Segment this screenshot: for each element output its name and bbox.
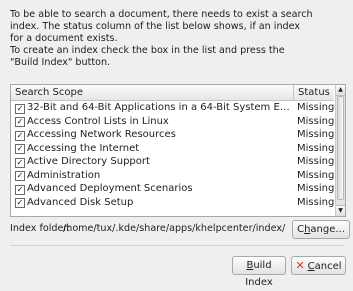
scope-status: Missing <box>297 196 335 208</box>
index-folder-path: /home/tux/.kde/share/apps/khelpcenter/in… <box>63 223 286 234</box>
list-item[interactable]: ✓ Advanced Deployment Scenarios Missing <box>11 182 334 196</box>
scope-status: Missing <box>297 102 335 113</box>
cancel-x-icon: ✕ <box>295 259 305 272</box>
instructions-line-1: To be able to search a document, there n… <box>10 9 313 20</box>
scope-name: Administration <box>27 169 101 181</box>
scope-status: Missing <box>297 129 335 140</box>
change-label-rest: ange... <box>310 224 345 235</box>
list-item[interactable]: ✓ 32-Bit and 64-Bit Applications in a 64… <box>11 101 334 115</box>
index-folder-label: Index folder: <box>10 223 71 234</box>
cancel-label-rest: ancel <box>314 261 342 272</box>
checkbox[interactable]: ✓ <box>15 117 25 127</box>
build-index-button[interactable]: Build Index <box>232 256 286 288</box>
search-scope-list[interactable]: Search Scope Status ✓ 32-Bit and 64-Bit … <box>10 84 346 217</box>
scope-name: Accessing the Internet <box>27 142 140 154</box>
change-folder-button[interactable]: Change... <box>292 220 350 239</box>
checkbox[interactable]: ✓ <box>15 184 25 195</box>
instructions-text: To be able to search a document, there n… <box>10 9 345 69</box>
button-separator <box>10 245 345 246</box>
cancel-label-accel: C <box>307 261 315 272</box>
instructions-line-3: for a document exists. <box>10 33 118 44</box>
vertical-scrollbar[interactable]: ▲ ▼ <box>335 85 345 216</box>
scrollbar-thumb[interactable] <box>337 96 344 200</box>
list-header: Search Scope Status <box>11 85 334 101</box>
change-label-prefix: C <box>297 224 305 235</box>
scope-status: Missing <box>297 183 335 194</box>
scope-name: 32-Bit and 64-Bit Applications in a 64-B… <box>27 102 292 113</box>
scope-name: Advanced Deployment Scenarios <box>27 183 193 194</box>
list-item[interactable]: ✓ Advanced Disk Setup Missing <box>11 196 334 210</box>
scope-name: Access Control Lists in Linux <box>27 115 169 127</box>
instructions-line-4: To create an index check the box in the … <box>10 45 285 56</box>
column-header-search-scope[interactable]: Search Scope <box>11 85 294 100</box>
list-item[interactable]: ✓ Accessing Network Resources Missing <box>11 128 334 142</box>
scope-status: Missing <box>297 156 335 167</box>
list-rows: ✓ 32-Bit and 64-Bit Applications in a 64… <box>11 101 334 209</box>
checkbox[interactable]: ✓ <box>15 198 25 208</box>
scope-name: Accessing Network Resources <box>27 129 176 140</box>
scope-status: Missing <box>297 169 335 181</box>
cancel-button[interactable]: ✕ Cancel <box>291 256 346 275</box>
checkbox[interactable]: ✓ <box>15 130 25 141</box>
list-item[interactable]: ✓ Active Directory Support Missing <box>11 155 334 169</box>
checkbox[interactable]: ✓ <box>15 144 25 154</box>
arrow-down-icon[interactable]: ▼ <box>336 205 345 216</box>
arrow-up-icon[interactable]: ▲ <box>336 85 345 96</box>
scope-name: Advanced Disk Setup <box>27 196 134 208</box>
instructions-line-5: "Build Index" button. <box>10 57 111 68</box>
list-item[interactable]: ✓ Administration Missing <box>11 169 334 183</box>
list-item[interactable]: ✓ Access Control Lists in Linux Missing <box>11 115 334 129</box>
scope-name: Active Directory Support <box>27 156 150 167</box>
scope-status: Missing <box>297 115 335 127</box>
checkbox[interactable]: ✓ <box>15 157 25 168</box>
checkbox[interactable]: ✓ <box>15 171 25 181</box>
instructions-line-2: index. The status column of the list bel… <box>10 21 301 32</box>
scope-status: Missing <box>297 142 335 154</box>
list-item[interactable]: ✓ Accessing the Internet Missing <box>11 142 334 156</box>
checkbox[interactable]: ✓ <box>15 103 25 114</box>
column-header-status[interactable]: Status <box>294 85 334 100</box>
